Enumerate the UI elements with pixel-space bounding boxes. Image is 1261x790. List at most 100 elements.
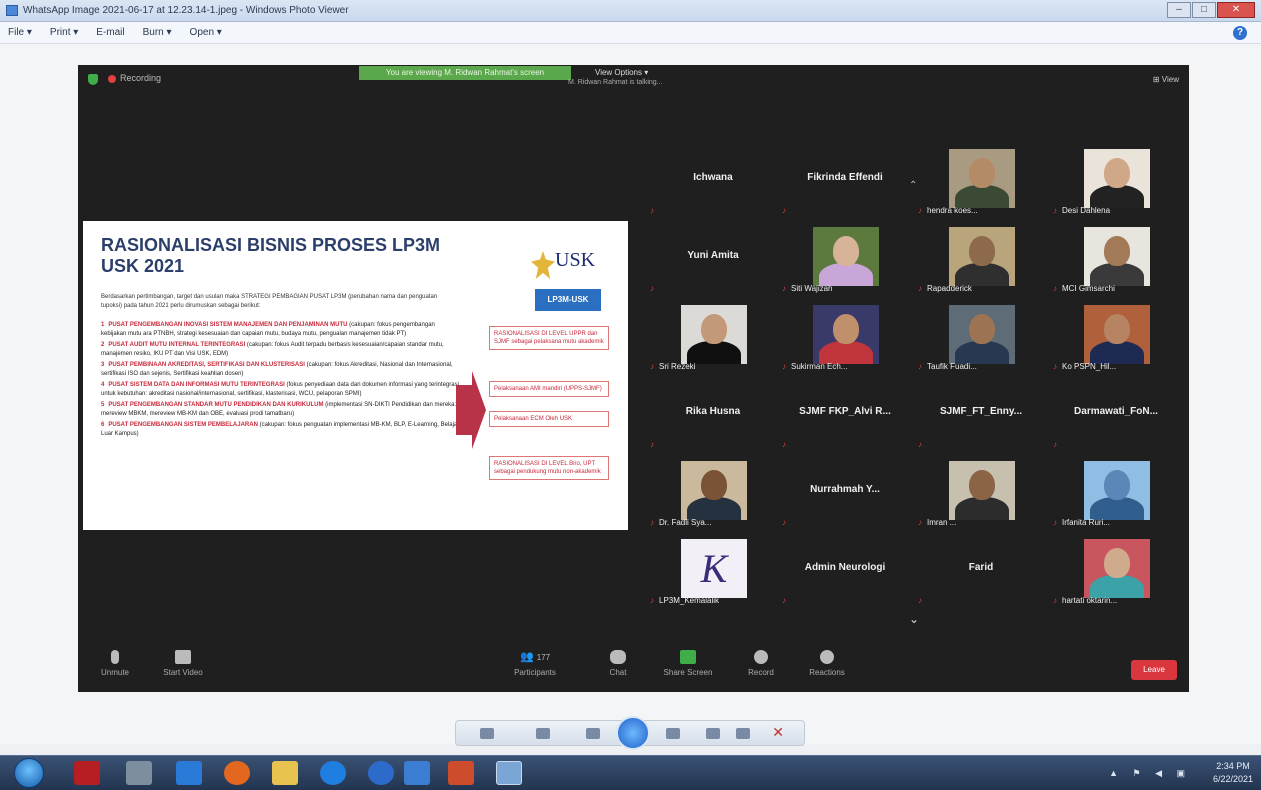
window-controls: – □ ✕ — [1167, 2, 1255, 18]
share-screen-button[interactable]: Share Screen — [653, 650, 723, 677]
acrobat-taskbar-icon[interactable] — [74, 761, 100, 785]
help-icon[interactable]: ? — [1233, 26, 1247, 40]
word-taskbar-icon[interactable] — [404, 761, 430, 785]
participant-video — [949, 461, 1015, 520]
microphone-muted-icon — [111, 650, 119, 664]
start-video-button[interactable]: Start Video — [148, 650, 218, 677]
slide-list-item: 3 PUSAT PEMBINAAN AKREDITASI, SERTIFIKASI… — [101, 362, 453, 377]
maximize-button[interactable]: □ — [1192, 2, 1216, 18]
record-button[interactable]: Record — [726, 650, 796, 677]
participant-video — [681, 461, 747, 520]
participant-tile[interactable]: Sri Rezeki ♪ — [648, 301, 778, 374]
rotate-left-icon[interactable] — [706, 728, 720, 739]
slideshow-play-button[interactable] — [616, 716, 650, 750]
slide-side-box: RASIONALISASI DI LEVEL UPPR dan SJMF seb… — [489, 326, 609, 350]
participant-face — [1104, 470, 1130, 500]
participant-name: Dr. Fadli Sya... — [659, 518, 712, 527]
internet-explorer-taskbar-icon[interactable] — [176, 761, 202, 785]
mic-muted-icon: ♪ — [1053, 206, 1057, 215]
app-taskbar-icon[interactable] — [126, 761, 152, 785]
view-button[interactable]: ⊞ View — [1153, 75, 1179, 84]
participant-tile[interactable]: Darmawati_FoN... ♪ — [1051, 379, 1181, 452]
participant-name: Ichwana — [693, 172, 733, 183]
start-button[interactable] — [14, 758, 44, 788]
participant-tile[interactable]: Rika Husna ♪ — [648, 379, 778, 452]
view-options-button[interactable]: View Options ▾ — [595, 68, 648, 77]
mic-muted-icon: ♪ — [650, 362, 654, 371]
participant-tile[interactable]: Ko PSPN_Hil... ♪ — [1051, 301, 1181, 374]
mic-muted-icon: ♪ — [650, 284, 654, 293]
leave-button[interactable]: Leave — [1131, 660, 1177, 680]
participant-body — [1090, 185, 1144, 208]
participant-name: Irfanita Ruri... — [1062, 518, 1111, 527]
participants-button[interactable]: 👥 177 Participants — [500, 650, 570, 677]
firefox-taskbar-icon[interactable] — [224, 761, 250, 785]
participant-tile[interactable]: Admin Neurologi ♪ — [780, 535, 910, 608]
participant-tile[interactable]: MCI Gimsarchi ♪ — [1051, 223, 1181, 296]
participant-tile[interactable]: Imran ... ♪ — [916, 457, 1046, 530]
taskbar-clock[interactable]: 2:34 PM 6/22/2021 — [1213, 760, 1253, 786]
participant-tile[interactable]: hendra koes... ♪ — [916, 145, 1046, 218]
close-window-button[interactable]: ✕ — [1217, 2, 1255, 18]
participant-body — [687, 497, 741, 520]
file-explorer-taskbar-icon[interactable] — [272, 761, 298, 785]
participant-tile[interactable]: SJMF FKP_Alvi R... ♪ — [780, 379, 910, 452]
participant-video: K — [681, 539, 747, 598]
participant-tile[interactable]: Desi Dahlena ♪ — [1051, 145, 1181, 218]
participant-name: Nurrahmah Y... — [810, 484, 880, 495]
menu-open[interactable]: Open ▾ — [190, 27, 222, 38]
reactions-button[interactable]: Reactions — [792, 650, 862, 677]
next-icon[interactable] — [666, 728, 680, 739]
zoom-icon[interactable] — [480, 728, 494, 739]
photo-viewer-taskbar-icon[interactable] — [496, 761, 522, 785]
mic-muted-icon: ♪ — [782, 362, 786, 371]
slide-list-item: 1 PUSAT PENGEMBANGAN INOVASI SISTEM MANAJ… — [101, 322, 435, 337]
menu-burn[interactable]: Burn ▾ — [143, 27, 172, 38]
clock-time: 2:34 PM — [1216, 761, 1250, 771]
participant-name: Rika Husna — [685, 406, 741, 417]
actual-size-icon[interactable] — [536, 728, 550, 739]
participants-count: 177 — [536, 653, 551, 662]
participant-tile[interactable]: Ichwana ♪ — [648, 145, 778, 218]
participant-body — [955, 185, 1009, 208]
participant-face — [969, 236, 995, 266]
menu-file[interactable]: File ▾ — [8, 27, 32, 38]
participant-tile[interactable]: Sukirman Ech... ♪ — [780, 301, 910, 374]
delete-icon[interactable]: ✕ — [772, 724, 784, 741]
gallery-scroll-down-icon[interactable]: ⌄ — [909, 612, 919, 626]
participant-video — [813, 227, 879, 286]
rotate-right-icon[interactable] — [736, 728, 750, 739]
security-shield-icon — [88, 74, 98, 85]
participant-tile[interactable]: Rapadderick ♪ — [916, 223, 1046, 296]
participant-tile[interactable]: Nurrahmah Y... ♪ — [780, 457, 910, 530]
usk-logo-text: USK — [555, 249, 596, 271]
participant-tile[interactable]: Farid ♪ — [916, 535, 1046, 608]
mic-muted-icon: ♪ — [918, 518, 922, 527]
participant-tile[interactable]: Taufik Fuadi... ♪ — [916, 301, 1046, 374]
app-taskbar-icon[interactable] — [368, 761, 394, 785]
mic-muted-icon: ♪ — [918, 206, 922, 215]
participant-tile[interactable]: Fikrinda Effendi ♪ — [780, 145, 910, 218]
app-taskbar-icon[interactable] — [320, 761, 346, 785]
viewing-banner: You are viewing M. Ridwan Rahmat's scree… — [359, 66, 571, 80]
menu-email[interactable]: E-mail — [96, 27, 124, 38]
mic-muted-icon: ♪ — [918, 284, 922, 293]
participant-tile[interactable]: Irfanita Ruri... ♪ — [1051, 457, 1181, 530]
minimize-button[interactable]: – — [1167, 2, 1191, 18]
powerpoint-taskbar-icon[interactable] — [448, 761, 474, 785]
mic-muted-icon: ♪ — [1053, 362, 1057, 371]
participant-tile[interactable]: K LP3M_Kemalalik ♪ — [648, 535, 778, 608]
participant-tile[interactable]: hartati oktarin... ♪ — [1051, 535, 1181, 608]
participant-tile[interactable]: Dr. Fadli Sya... ♪ — [648, 457, 778, 530]
previous-icon[interactable] — [586, 728, 600, 739]
participant-avatar-letter: K — [700, 546, 728, 591]
menu-print[interactable]: Print ▾ — [50, 27, 78, 38]
chat-button[interactable]: Chat — [583, 650, 653, 677]
participant-tile[interactable]: Siti Wajizah ♪ — [780, 223, 910, 296]
mic-muted-icon: ♪ — [782, 206, 786, 215]
participant-tile[interactable]: Yuni Amita ♪ — [648, 223, 778, 296]
unmute-button[interactable]: Unmute — [80, 650, 150, 677]
system-tray-icons[interactable]: ▲ ⚑ ◀ ▣ — [1109, 768, 1191, 779]
participant-tile[interactable]: SJMF_FT_Enny... ♪ — [916, 379, 1046, 452]
zoom-toolbar: Unmute Start Video 👥 177 Participants Ch… — [78, 640, 1189, 692]
